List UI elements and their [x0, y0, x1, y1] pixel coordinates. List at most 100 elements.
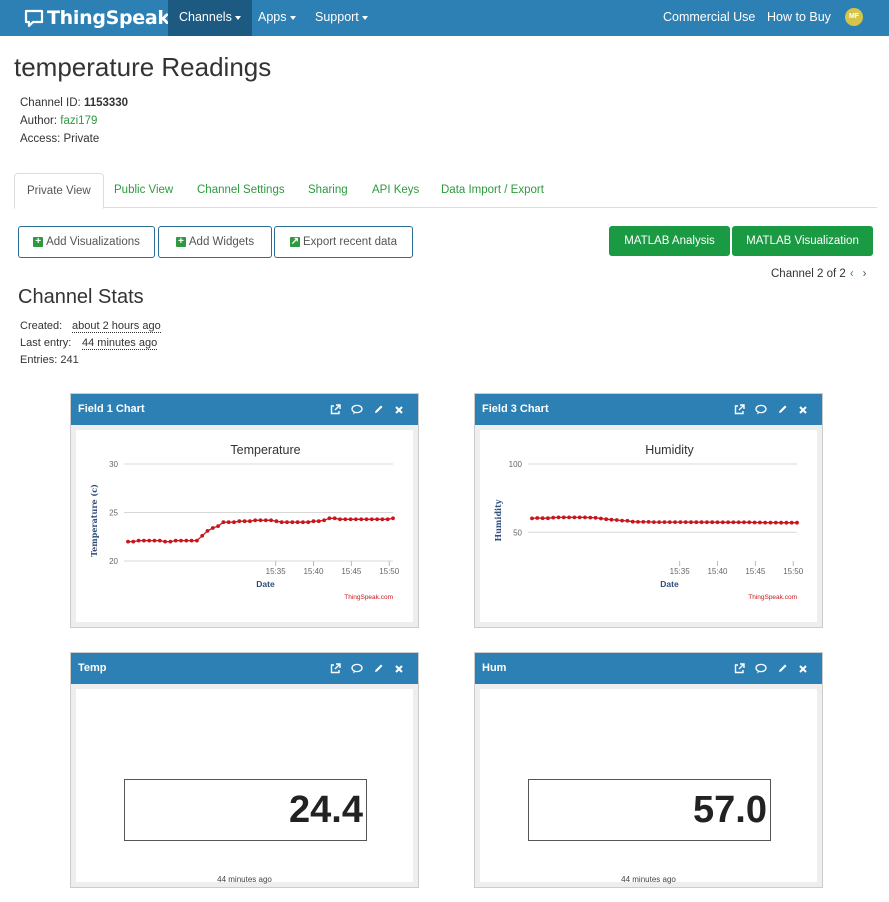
data-point: [577, 515, 582, 520]
channel-tabs: Private View Public View Channel Setting…: [14, 173, 877, 209]
data-point: [269, 518, 273, 523]
data-point: [290, 520, 295, 525]
chevron-left-icon[interactable]: ‹: [850, 268, 854, 280]
data-point: [205, 529, 210, 533]
tab-private-view[interactable]: Private View: [14, 173, 104, 209]
nav-how-to-buy-link[interactable]: How to Buy: [756, 0, 842, 36]
x-axis-label: Date: [256, 579, 275, 589]
x-tick-label: 15:40: [707, 567, 728, 576]
temp-updated-time: 44 minutes ago: [217, 875, 272, 884]
data-point: [316, 519, 321, 524]
data-point: [593, 515, 598, 520]
nav-how-to-buy-label: How to Buy: [767, 10, 831, 24]
nav-support-menu[interactable]: Support: [304, 0, 379, 36]
data-point: [758, 520, 762, 525]
tab-sharing[interactable]: Sharing: [296, 173, 360, 208]
nav-channels-menu[interactable]: Channels: [168, 0, 252, 36]
y-tick-label: 30: [109, 460, 118, 469]
nav-commercial-use-link[interactable]: Commercial Use: [652, 0, 766, 36]
temperature-chart[interactable]: Temperature 20 25 30 15:35 15:40 15:45 15:50 Dat…: [76, 430, 413, 624]
pencil-icon[interactable]: [373, 404, 384, 415]
data-point: [279, 520, 284, 525]
chevron-right-icon[interactable]: ›: [863, 268, 867, 280]
comment-icon[interactable]: [755, 663, 767, 674]
tab-channel-settings[interactable]: Channel Settings: [185, 173, 297, 208]
nav-commercial-label: Commercial Use: [663, 10, 756, 24]
data-point: [561, 515, 566, 520]
export-recent-data-button[interactable]: ↗ Export recent data: [274, 226, 413, 258]
plus-icon: +: [33, 237, 44, 247]
comment-icon[interactable]: [351, 663, 363, 674]
external-link-icon[interactable]: [330, 663, 341, 674]
widget-actions: [734, 394, 808, 425]
external-link-icon[interactable]: [330, 404, 341, 415]
data-point: [546, 516, 550, 521]
close-icon[interactable]: [394, 664, 404, 674]
stat-last-entry-label: Last entry:: [20, 337, 72, 349]
data-point: [369, 517, 374, 522]
humidity-chart[interactable]: Humidity 50 100 15:35 15:40 15:45 15:50 Date Hum…: [480, 430, 817, 624]
close-icon[interactable]: [394, 405, 404, 415]
widget-actions: [330, 653, 404, 684]
data-point: [667, 520, 672, 524]
data-point: [152, 538, 157, 543]
data-point: [556, 515, 561, 520]
data-point: [609, 517, 614, 522]
user-avatar[interactable]: MF: [845, 8, 863, 26]
temp-numeric-widget: Temp 24.4 44 minutes ago: [70, 652, 419, 888]
thingspeak-logo[interactable]: ThingSpeak™: [24, 6, 179, 30]
matlab-visualization-button[interactable]: MATLAB Visualization: [732, 226, 873, 256]
external-link-icon[interactable]: [734, 663, 745, 674]
comment-icon[interactable]: [351, 404, 363, 415]
data-point: [726, 520, 730, 525]
author-link[interactable]: fazi179: [60, 115, 97, 127]
data-point: [599, 516, 603, 521]
nav-support-label: Support: [315, 10, 359, 24]
hum-widget-body: 57.0 44 minutes ago: [480, 689, 817, 884]
external-link-icon[interactable]: [734, 404, 745, 415]
pencil-icon[interactable]: [777, 663, 788, 674]
data-point: [375, 517, 379, 522]
data-point: [652, 520, 656, 524]
add-widgets-button[interactable]: + Add Widgets: [158, 226, 272, 258]
data-point: [683, 520, 688, 524]
close-icon[interactable]: [798, 664, 808, 674]
stat-entries-label: Entries:: [20, 354, 61, 366]
pencil-icon[interactable]: [777, 404, 788, 415]
chevron-down-icon: [289, 15, 296, 20]
data-point: [699, 520, 704, 525]
field3-chart-area[interactable]: Humidity 50 100 15:35 15:40 15:45 15:50 Date Hum…: [480, 430, 817, 622]
data-point: [673, 520, 677, 524]
matlab-analysis-button[interactable]: MATLAB Analysis: [609, 226, 730, 256]
add-visualizations-button[interactable]: + Add Visualizations: [18, 226, 155, 258]
x-tick-label: 15:40: [303, 567, 324, 576]
data-point: [131, 539, 136, 544]
data-point: [248, 519, 252, 524]
temp-widget-body: 24.4 44 minutes ago: [76, 689, 413, 884]
y-axis-label: Humidity: [493, 499, 503, 541]
tab-public-view[interactable]: Public View: [102, 173, 185, 208]
tab-api-keys[interactable]: API Keys: [360, 173, 431, 208]
comment-icon[interactable]: [755, 404, 767, 415]
close-icon[interactable]: [798, 405, 808, 415]
pencil-icon[interactable]: [373, 663, 384, 674]
nav-apps-menu[interactable]: Apps: [247, 0, 307, 36]
data-point: [630, 519, 635, 524]
data-point: [540, 516, 545, 521]
brand-name: ThingSpeak: [47, 7, 170, 29]
y-tick-label: 20: [109, 557, 118, 566]
data-point: [200, 533, 205, 538]
tab-data-import-export[interactable]: Data Import / Export: [429, 173, 556, 208]
channel-stats-heading: Channel Stats: [18, 286, 144, 308]
widget-actions: [330, 394, 404, 425]
data-point: [126, 539, 130, 544]
data-point: [678, 520, 683, 524]
data-point: [364, 517, 369, 522]
data-point: [301, 520, 305, 525]
field1-chart-area[interactable]: Temperature 20 25 30 15:35 15:40 15:45 15:50 Dat…: [76, 430, 413, 622]
channel-pager-label: Channel 2 of 2: [771, 268, 846, 280]
data-point: [348, 517, 353, 522]
channel-id-line: Channel ID: 1153330: [20, 97, 128, 109]
chart-title: Temperature: [230, 443, 300, 457]
x-tick-label: 15:50: [379, 567, 400, 576]
